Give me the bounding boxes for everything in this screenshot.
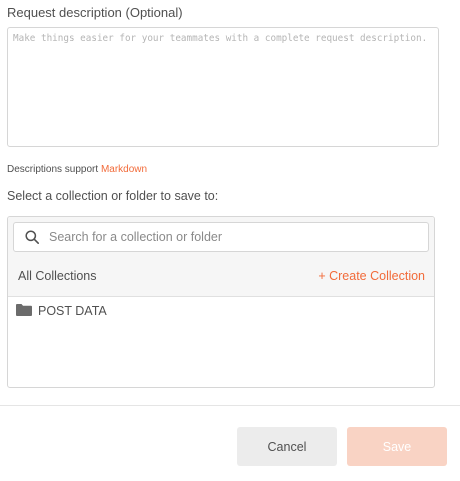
markdown-link[interactable]: Markdown — [101, 164, 147, 175]
collections-header: All Collections + Create Collection — [8, 217, 434, 297]
collection-item-post-data[interactable]: POST DATA — [8, 302, 434, 322]
collections-box: All Collections + Create Collection POST… — [7, 216, 435, 388]
folder-icon — [16, 304, 32, 316]
collection-search-input[interactable] — [49, 223, 419, 251]
markdown-note-text: Descriptions support — [7, 164, 101, 175]
create-collection-link[interactable]: + Create Collection — [318, 269, 425, 283]
description-textarea[interactable] — [7, 27, 439, 147]
collection-search-box[interactable] — [13, 222, 429, 252]
collection-select-label: Select a collection or folder to save to… — [7, 189, 219, 203]
markdown-note: Descriptions support Markdown — [7, 164, 147, 175]
save-button[interactable]: Save — [347, 427, 447, 466]
search-icon — [25, 230, 39, 244]
cancel-button[interactable]: Cancel — [237, 427, 337, 466]
collection-item-label: POST DATA — [38, 304, 107, 318]
description-label: Request description (Optional) — [7, 5, 183, 20]
all-collections-label: All Collections — [18, 269, 97, 283]
footer-divider — [0, 405, 460, 406]
save-request-panel: Request description (Optional) Descripti… — [0, 0, 460, 481]
